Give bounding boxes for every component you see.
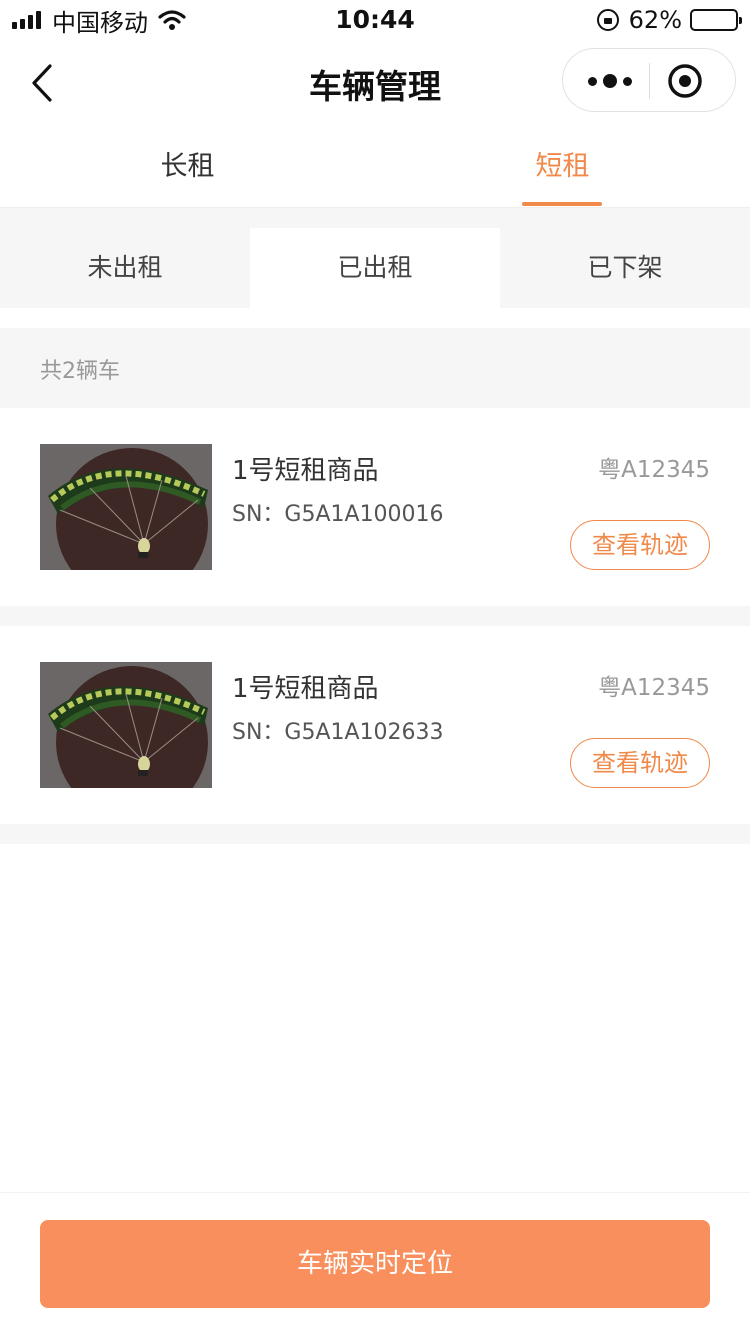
- active-tab-indicator: [522, 202, 602, 206]
- close-target-icon: [668, 64, 702, 98]
- tab-short-rent[interactable]: 短租: [375, 128, 750, 208]
- spacer: [0, 308, 750, 328]
- main-tabs: 长租 短租: [0, 128, 750, 208]
- more-button[interactable]: [581, 63, 639, 99]
- nav-bar: 车辆管理: [0, 40, 750, 128]
- license-plate: 粤A12345: [598, 675, 710, 701]
- card-separator: [0, 606, 750, 626]
- tab-long-rent[interactable]: 长租: [0, 128, 375, 208]
- status-right: 62%: [596, 6, 742, 34]
- status-bar: 中国移动 10:44 62%: [0, 0, 750, 40]
- close-button[interactable]: [667, 63, 703, 99]
- sub-tabs: 未出租 已出租 已下架: [0, 208, 750, 308]
- battery-percent: 62%: [628, 6, 682, 34]
- subtab-rented[interactable]: 已出租: [250, 228, 500, 308]
- more-icon: [585, 74, 635, 88]
- capsule-divider: [649, 63, 650, 99]
- product-name: 1号短租商品: [232, 674, 379, 704]
- miniprogram-capsule: [562, 48, 736, 112]
- subtab-delisted[interactable]: 已下架: [500, 228, 750, 308]
- subtab-not-rented[interactable]: 未出租: [0, 228, 250, 308]
- bottom-bar: 车辆实时定位: [0, 1192, 750, 1334]
- serial-number: SN：G5A1A102633: [232, 720, 444, 745]
- vehicle-thumbnail: [40, 444, 212, 570]
- license-plate: 粤A12345: [598, 457, 710, 483]
- view-track-button[interactable]: 查看轨迹: [570, 520, 710, 570]
- view-track-button[interactable]: 查看轨迹: [570, 738, 710, 788]
- realtime-location-button[interactable]: 车辆实时定位: [40, 1220, 710, 1308]
- vehicle-count: 共2辆车: [40, 359, 120, 384]
- vehicle-thumbnail: [40, 662, 212, 788]
- tab-short-rent-label: 短租: [535, 151, 590, 182]
- card-separator: [0, 824, 750, 844]
- list-item: 1号短租商品 SN：G5A1A102633 粤A12345 查看轨迹: [0, 626, 750, 824]
- count-bar: 共2辆车: [0, 328, 750, 408]
- list-item: 1号短租商品 SN：G5A1A100016 粤A12345 查看轨迹: [0, 408, 750, 606]
- product-name: 1号短租商品: [232, 456, 379, 486]
- battery-icon: [690, 9, 742, 31]
- orientation-lock-icon: [596, 9, 619, 31]
- serial-number: SN：G5A1A100016: [232, 502, 444, 527]
